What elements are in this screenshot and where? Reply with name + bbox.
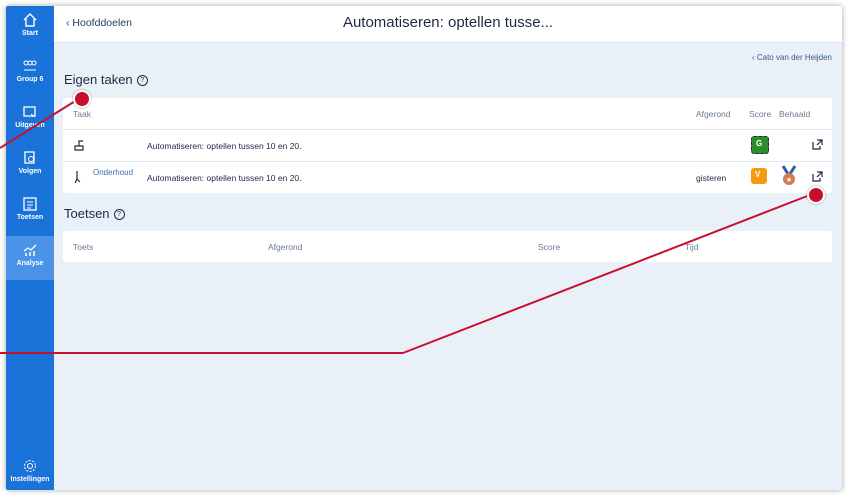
annotation-marker <box>807 186 825 204</box>
annotation-marker <box>73 90 91 108</box>
annotation-lines <box>0 97 816 354</box>
